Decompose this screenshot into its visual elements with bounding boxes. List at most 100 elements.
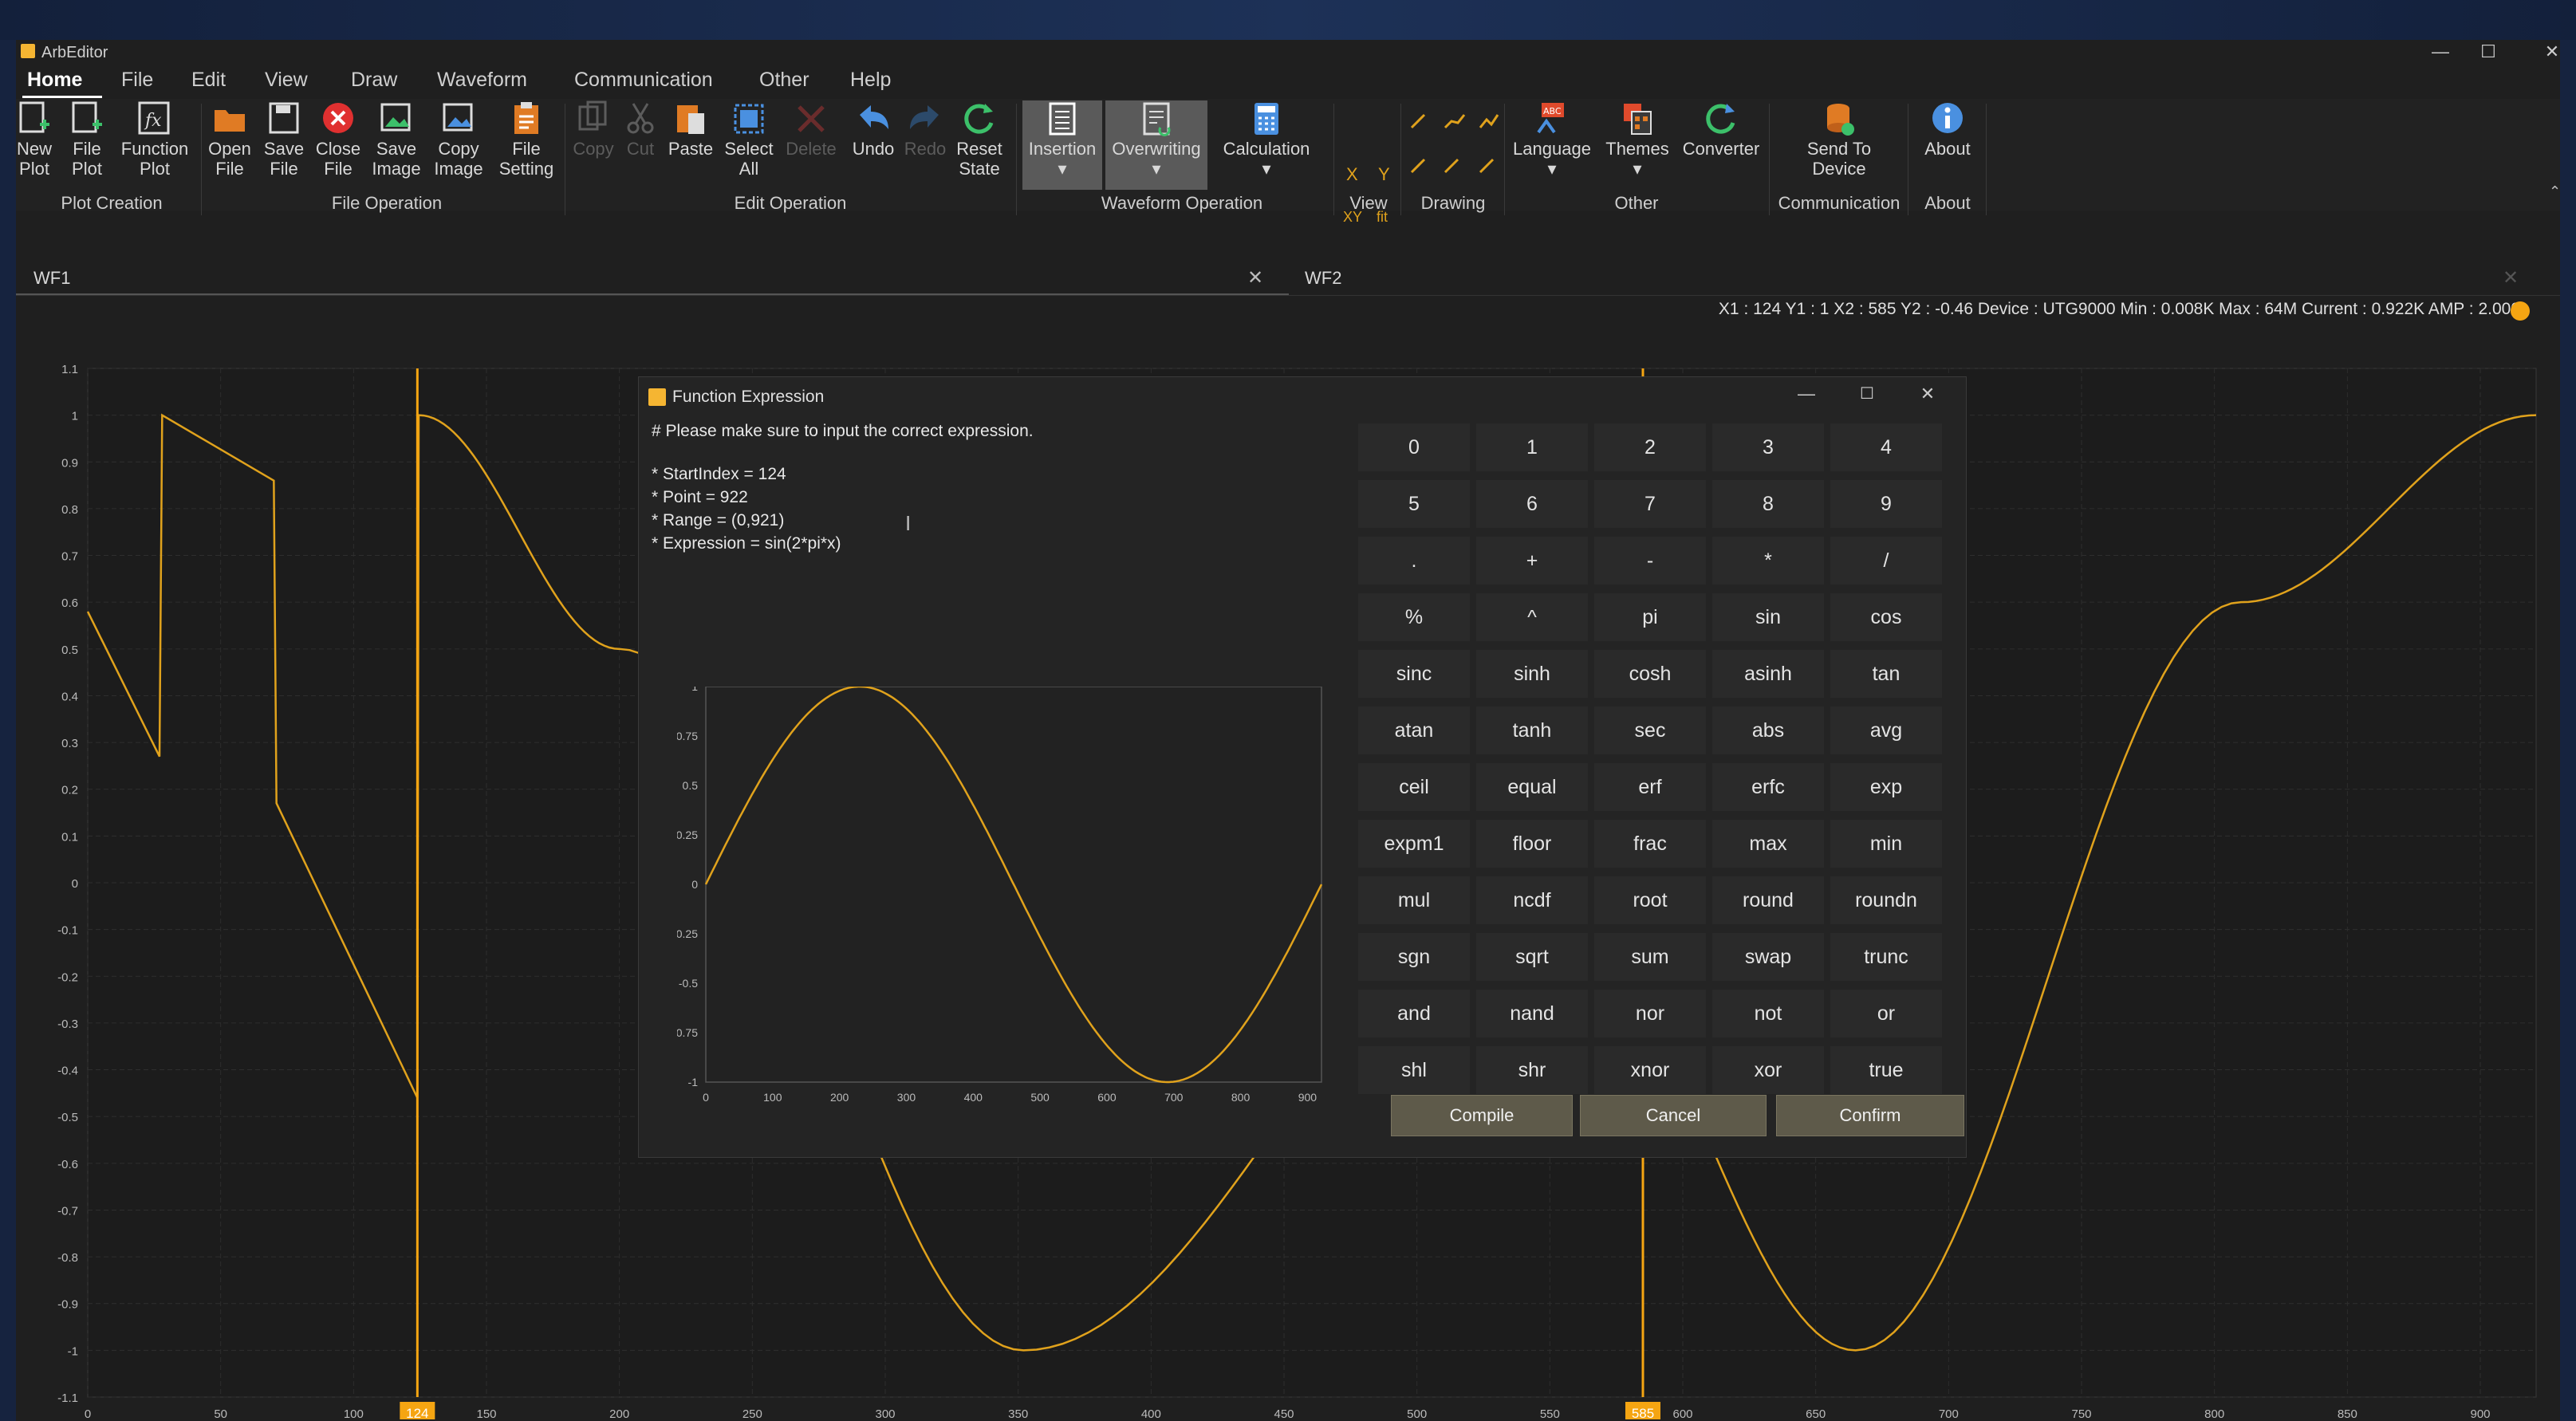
- key-button[interactable]: .: [1358, 537, 1470, 585]
- key-button[interactable]: sum: [1594, 933, 1706, 981]
- key-button[interactable]: erf: [1594, 763, 1706, 811]
- drawing-tools[interactable]: [1407, 105, 1511, 177]
- menu-home[interactable]: Home: [27, 64, 82, 96]
- key-button[interactable]: 9: [1830, 480, 1942, 528]
- key-button[interactable]: shl: [1358, 1046, 1470, 1094]
- key-button[interactable]: exp: [1830, 763, 1942, 811]
- key-button[interactable]: cosh: [1594, 650, 1706, 698]
- save-file-button[interactable]: Save File: [262, 100, 306, 179]
- key-button[interactable]: %: [1358, 593, 1470, 641]
- key-button[interactable]: true: [1830, 1046, 1942, 1094]
- reset-state-button[interactable]: Reset State: [955, 100, 1003, 179]
- minimize-button[interactable]: —: [2424, 41, 2456, 62]
- close-file-button[interactable]: Close File: [314, 100, 362, 179]
- undo-button[interactable]: Undo: [849, 100, 898, 159]
- key-button[interactable]: erfc: [1712, 763, 1824, 811]
- key-button[interactable]: sinc: [1358, 650, 1470, 698]
- key-button[interactable]: sec: [1594, 707, 1706, 754]
- key-button[interactable]: nand: [1476, 990, 1588, 1037]
- key-button[interactable]: max: [1712, 820, 1824, 868]
- key-button[interactable]: 4: [1830, 423, 1942, 471]
- send-to-device-button[interactable]: Send To Device: [1775, 100, 1903, 179]
- cut-button[interactable]: Cut: [622, 100, 659, 159]
- key-button[interactable]: xor: [1712, 1046, 1824, 1094]
- new-plot-button[interactable]: New Plot: [16, 100, 53, 179]
- key-button[interactable]: /: [1830, 537, 1942, 585]
- menu-communication[interactable]: Communication: [574, 64, 713, 96]
- delete-button[interactable]: Delete: [783, 100, 839, 159]
- compile-button[interactable]: Compile: [1391, 1095, 1573, 1136]
- key-button[interactable]: 1: [1476, 423, 1588, 471]
- cancel-button[interactable]: Cancel: [1580, 1095, 1767, 1136]
- select-all-button[interactable]: Select All: [723, 100, 775, 179]
- dialog-close-button[interactable]: ✕: [1912, 384, 1944, 404]
- key-button[interactable]: sinh: [1476, 650, 1588, 698]
- key-button[interactable]: roundn: [1830, 876, 1942, 924]
- key-button[interactable]: or: [1830, 990, 1942, 1037]
- function-plot-button[interactable]: fx Function Plot: [118, 100, 191, 179]
- language-button[interactable]: ABC Language ▾: [1509, 100, 1595, 179]
- key-button[interactable]: avg: [1830, 707, 1942, 754]
- menu-help[interactable]: Help: [850, 64, 891, 96]
- menu-view[interactable]: View: [265, 64, 308, 96]
- file-plot-button[interactable]: File Plot: [69, 100, 105, 179]
- key-button[interactable]: root: [1594, 876, 1706, 924]
- calculation-button[interactable]: Calculation ▾: [1215, 100, 1318, 179]
- tab-wf1-close-icon[interactable]: ✕: [1247, 263, 1263, 293]
- key-button[interactable]: mul: [1358, 876, 1470, 924]
- open-file-button[interactable]: Open File: [207, 100, 252, 179]
- key-button[interactable]: round: [1712, 876, 1824, 924]
- key-button[interactable]: equal: [1476, 763, 1588, 811]
- themes-button[interactable]: Themes ▾: [1601, 100, 1673, 179]
- tab-wf2[interactable]: WF2: [1289, 263, 1341, 293]
- collapse-ribbon-icon[interactable]: ⌃: [2549, 183, 2561, 200]
- key-button[interactable]: ncdf: [1476, 876, 1588, 924]
- copy-button[interactable]: Copy: [571, 100, 616, 159]
- converter-button[interactable]: Converter: [1678, 100, 1764, 159]
- zoom-x-icon[interactable]: X: [1346, 164, 1358, 185]
- key-button[interactable]: +: [1476, 537, 1588, 585]
- confirm-button[interactable]: Confirm: [1776, 1095, 1964, 1136]
- key-button[interactable]: 0: [1358, 423, 1470, 471]
- expression-editor[interactable]: # Please make sure to input the correct …: [639, 412, 1341, 651]
- key-button[interactable]: floor: [1476, 820, 1588, 868]
- key-button[interactable]: abs: [1712, 707, 1824, 754]
- dialog-minimize-button[interactable]: —: [1790, 384, 1822, 404]
- key-button[interactable]: trunc: [1830, 933, 1942, 981]
- tab-wf1[interactable]: WF1: [16, 263, 1289, 295]
- insertion-button[interactable]: Insertion ▾: [1022, 100, 1102, 190]
- tab-wf2-close-icon[interactable]: ✕: [2503, 263, 2519, 293]
- key-button[interactable]: tanh: [1476, 707, 1588, 754]
- maximize-button[interactable]: ☐: [2472, 41, 2504, 62]
- key-button[interactable]: ^: [1476, 593, 1588, 641]
- key-button[interactable]: shr: [1476, 1046, 1588, 1094]
- key-button[interactable]: ceil: [1358, 763, 1470, 811]
- menu-draw[interactable]: Draw: [351, 64, 397, 96]
- key-button[interactable]: tan: [1830, 650, 1942, 698]
- key-button[interactable]: frac: [1594, 820, 1706, 868]
- key-button[interactable]: 2: [1594, 423, 1706, 471]
- key-button[interactable]: sgn: [1358, 933, 1470, 981]
- key-button[interactable]: pi: [1594, 593, 1706, 641]
- menu-file[interactable]: File: [121, 64, 153, 96]
- key-button[interactable]: and: [1358, 990, 1470, 1037]
- file-setting-button[interactable]: File Setting: [493, 100, 560, 179]
- dialog-maximize-button[interactable]: ☐: [1851, 384, 1883, 404]
- key-button[interactable]: 7: [1594, 480, 1706, 528]
- key-button[interactable]: sin: [1712, 593, 1824, 641]
- key-button[interactable]: asinh: [1712, 650, 1824, 698]
- about-button[interactable]: About: [1914, 100, 1981, 159]
- key-button[interactable]: 8: [1712, 480, 1824, 528]
- paste-button[interactable]: Paste: [667, 100, 715, 159]
- key-button[interactable]: min: [1830, 820, 1942, 868]
- key-button[interactable]: -: [1594, 537, 1706, 585]
- key-button[interactable]: 6: [1476, 480, 1588, 528]
- key-button[interactable]: 3: [1712, 423, 1824, 471]
- key-button[interactable]: atan: [1358, 707, 1470, 754]
- key-button[interactable]: expm1: [1358, 820, 1470, 868]
- redo-button[interactable]: Redo: [903, 100, 947, 159]
- key-button[interactable]: sqrt: [1476, 933, 1588, 981]
- zoom-y-icon[interactable]: Y: [1378, 164, 1390, 185]
- save-image-button[interactable]: Save Image: [370, 100, 423, 179]
- key-button[interactable]: swap: [1712, 933, 1824, 981]
